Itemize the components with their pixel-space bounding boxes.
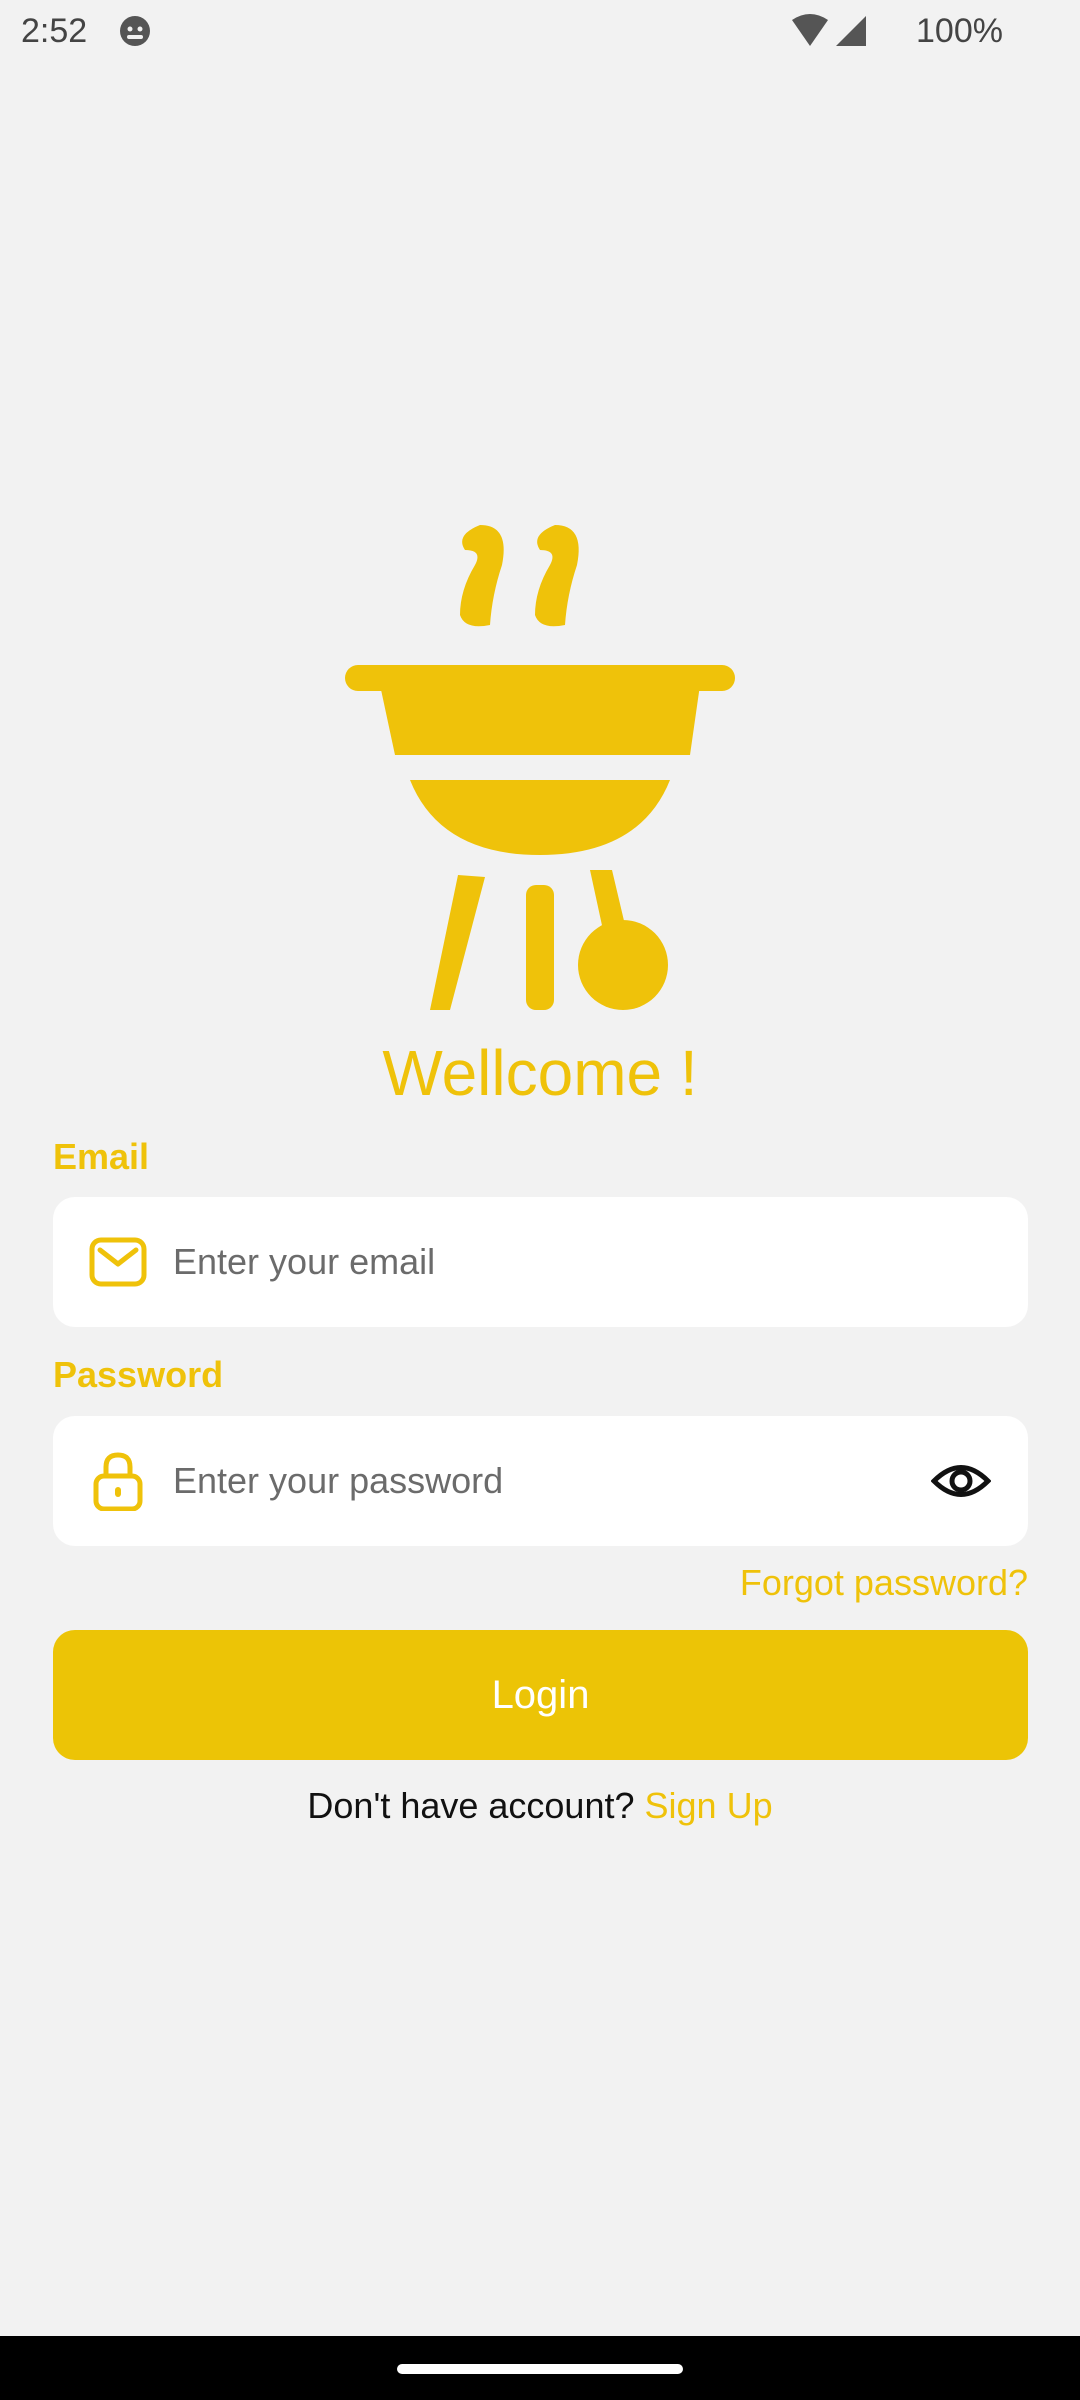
- grill-icon: [345, 525, 735, 1010]
- eye-icon[interactable]: [931, 1456, 991, 1506]
- email-field[interactable]: [53, 1197, 1028, 1327]
- signup-row: Don't have account? Sign Up: [0, 1785, 1080, 1827]
- wifi-icon: [792, 14, 828, 46]
- home-indicator[interactable]: [397, 2364, 683, 2374]
- login-button[interactable]: Login: [53, 1630, 1028, 1760]
- email-label: Email: [53, 1136, 150, 1177]
- android-face-icon: [120, 16, 150, 46]
- navigation-bar: [0, 2336, 1080, 2400]
- battery-percentage: 100%: [916, 12, 1003, 50]
- welcome-heading: Wellcome !: [382, 1037, 698, 1109]
- email-input[interactable]: [173, 1197, 953, 1327]
- signup-prompt: Don't have account?: [307, 1785, 635, 1826]
- status-bar: 2:52 100%: [0, 0, 1080, 64]
- mail-icon: [89, 1237, 147, 1287]
- signal-icon: [836, 16, 866, 46]
- signup-link[interactable]: Sign Up: [645, 1785, 773, 1826]
- password-label: Password: [53, 1354, 224, 1395]
- lock-icon: [93, 1452, 143, 1511]
- password-input[interactable]: [173, 1416, 833, 1546]
- password-field[interactable]: [53, 1416, 1028, 1546]
- status-time: 2:52: [21, 12, 88, 50]
- forgot-password-link[interactable]: Forgot password?: [740, 1562, 1028, 1604]
